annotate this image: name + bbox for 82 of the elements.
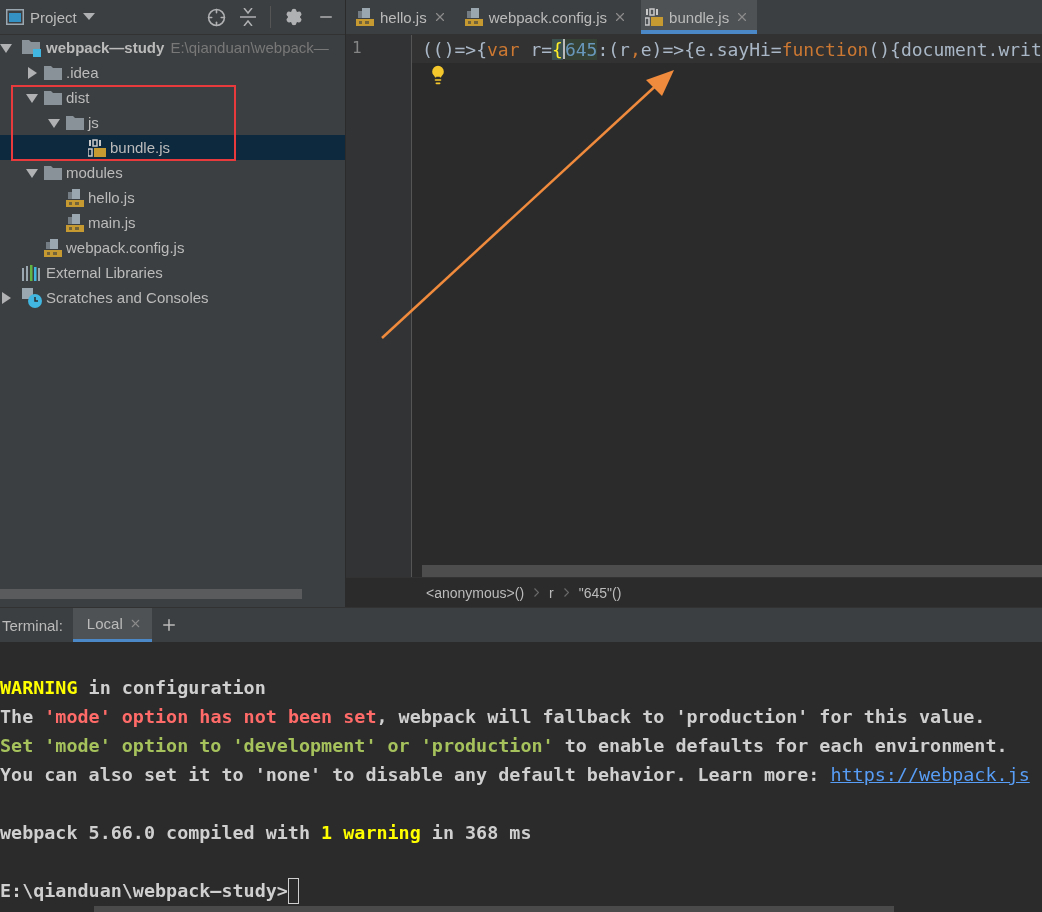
scrollbar[interactable] bbox=[0, 589, 302, 599]
folder-icon bbox=[44, 165, 62, 180]
text-cursor bbox=[562, 39, 565, 59]
code-token: 645 bbox=[564, 38, 598, 60]
panel-title[interactable]: Project bbox=[30, 8, 77, 26]
terminal-tab[interactable]: Local bbox=[72, 608, 152, 642]
editor-tab[interactable]: bundle.js bbox=[641, 0, 758, 34]
window-icon bbox=[6, 9, 24, 25]
tree-item[interactable]: hello.js bbox=[0, 185, 345, 210]
breadcrumb[interactable]: "645"() bbox=[578, 584, 622, 601]
expanded-arrow-icon[interactable] bbox=[26, 166, 38, 179]
terminal-prompt: E:\qianduan\webpack—study> bbox=[0, 876, 1042, 905]
code-token: function bbox=[781, 38, 869, 60]
link[interactable]: https://webpack.js bbox=[830, 760, 1030, 789]
js-file-icon bbox=[66, 213, 84, 232]
breadcrumb[interactable]: r bbox=[549, 584, 554, 601]
editor-tab[interactable]: hello.js bbox=[352, 0, 455, 34]
tree-item-label: main.js bbox=[88, 214, 136, 231]
code-token: var bbox=[487, 38, 520, 60]
js-file-icon bbox=[66, 188, 84, 207]
tree-item[interactable]: .idea bbox=[0, 60, 345, 85]
editor-tab[interactable]: webpack.config.js bbox=[460, 0, 636, 34]
collapsed-arrow-icon[interactable] bbox=[0, 291, 12, 304]
line-number: 1 bbox=[352, 38, 362, 57]
breadcrumb[interactable]: <anonymous>() bbox=[426, 584, 525, 601]
folder-icon bbox=[66, 115, 84, 130]
expanded-arrow-icon[interactable] bbox=[0, 41, 12, 54]
expanded-arrow-icon[interactable] bbox=[48, 116, 60, 129]
folder-icon bbox=[44, 90, 62, 105]
js-file-icon bbox=[44, 238, 62, 257]
tree-item[interactable]: webpack—study E:\qianduan\webpack— bbox=[0, 35, 345, 60]
code-token: r= bbox=[529, 38, 553, 60]
folder-icon bbox=[44, 65, 62, 80]
tree-item[interactable]: modules bbox=[0, 160, 345, 185]
collapse-all-icon[interactable] bbox=[240, 8, 256, 26]
terminal-line: You can also set it to 'none' to disable any default behavior. Learn more: https://webpack.js bbox=[0, 760, 1042, 789]
js-file-icon bbox=[464, 8, 483, 26]
tree-item-label: dist bbox=[66, 89, 90, 106]
tree-item[interactable]: bundle.js bbox=[0, 135, 345, 160]
code-token: (){document.writ bbox=[868, 38, 1042, 60]
project-folder-icon bbox=[22, 38, 42, 57]
tree-item[interactable]: External Libraries bbox=[0, 260, 345, 285]
chevron-icon bbox=[563, 588, 569, 597]
chevron-icon bbox=[534, 588, 540, 597]
tree-item[interactable]: main.js bbox=[0, 210, 345, 235]
locate-icon[interactable] bbox=[207, 7, 226, 27]
project-path: E:\qianduan\webpack— bbox=[170, 39, 329, 56]
tree-item-label: modules bbox=[66, 164, 123, 181]
tree-item-label: hello.js bbox=[88, 189, 135, 206]
caret-icon[interactable] bbox=[82, 13, 95, 21]
terminal-title: Terminal: bbox=[1, 616, 64, 634]
terminal-cursor bbox=[287, 877, 299, 904]
code-token: { bbox=[552, 38, 563, 60]
collapsed-arrow-icon[interactable] bbox=[26, 66, 38, 79]
library-icon bbox=[22, 264, 42, 281]
expanded-arrow-icon[interactable] bbox=[26, 91, 38, 104]
code-token: :(r bbox=[597, 38, 630, 60]
scrollbar[interactable] bbox=[422, 565, 1042, 577]
tree-item-label: .idea bbox=[66, 64, 99, 81]
tree-item[interactable]: js bbox=[0, 110, 345, 135]
tree-item[interactable]: Scratches and Consoles bbox=[0, 285, 345, 310]
terminal-line: Set 'mode' option to 'development' or 'production' to enable defaults for each environment. bbox=[0, 734, 1009, 758]
tree-item-label: bundle.js bbox=[110, 139, 171, 156]
code-token: e)=>{e.sayHi= bbox=[640, 38, 782, 60]
tree-item[interactable]: dist bbox=[0, 85, 345, 110]
settings-icon[interactable] bbox=[285, 8, 303, 26]
tree-item-label: webpack.config.js bbox=[66, 239, 185, 256]
binary-js-file-icon bbox=[645, 8, 664, 26]
binary-js-file-icon bbox=[88, 138, 106, 157]
console-clock-icon bbox=[22, 287, 42, 308]
code-token: (()=>{ bbox=[422, 38, 488, 60]
tree-item-label: Scratches and Consoles bbox=[46, 289, 209, 306]
terminal-line: WARNING in configuration bbox=[0, 676, 267, 700]
tree-item-label: External Libraries bbox=[46, 264, 163, 281]
terminal-line: webpack 5.66.0 compiled with 1 warning in 368 ms bbox=[0, 821, 533, 845]
tree-item-label: js bbox=[88, 114, 99, 131]
terminal-line: The 'mode' option has not been set, webpack will fallback to 'production' for this value. bbox=[0, 705, 987, 729]
scrollbar[interactable] bbox=[94, 906, 894, 912]
code-token: , bbox=[629, 38, 641, 60]
js-file-icon bbox=[356, 8, 374, 26]
tree-item[interactable]: webpack.config.js bbox=[0, 235, 345, 260]
tree-item-label: webpack—study bbox=[46, 39, 165, 56]
